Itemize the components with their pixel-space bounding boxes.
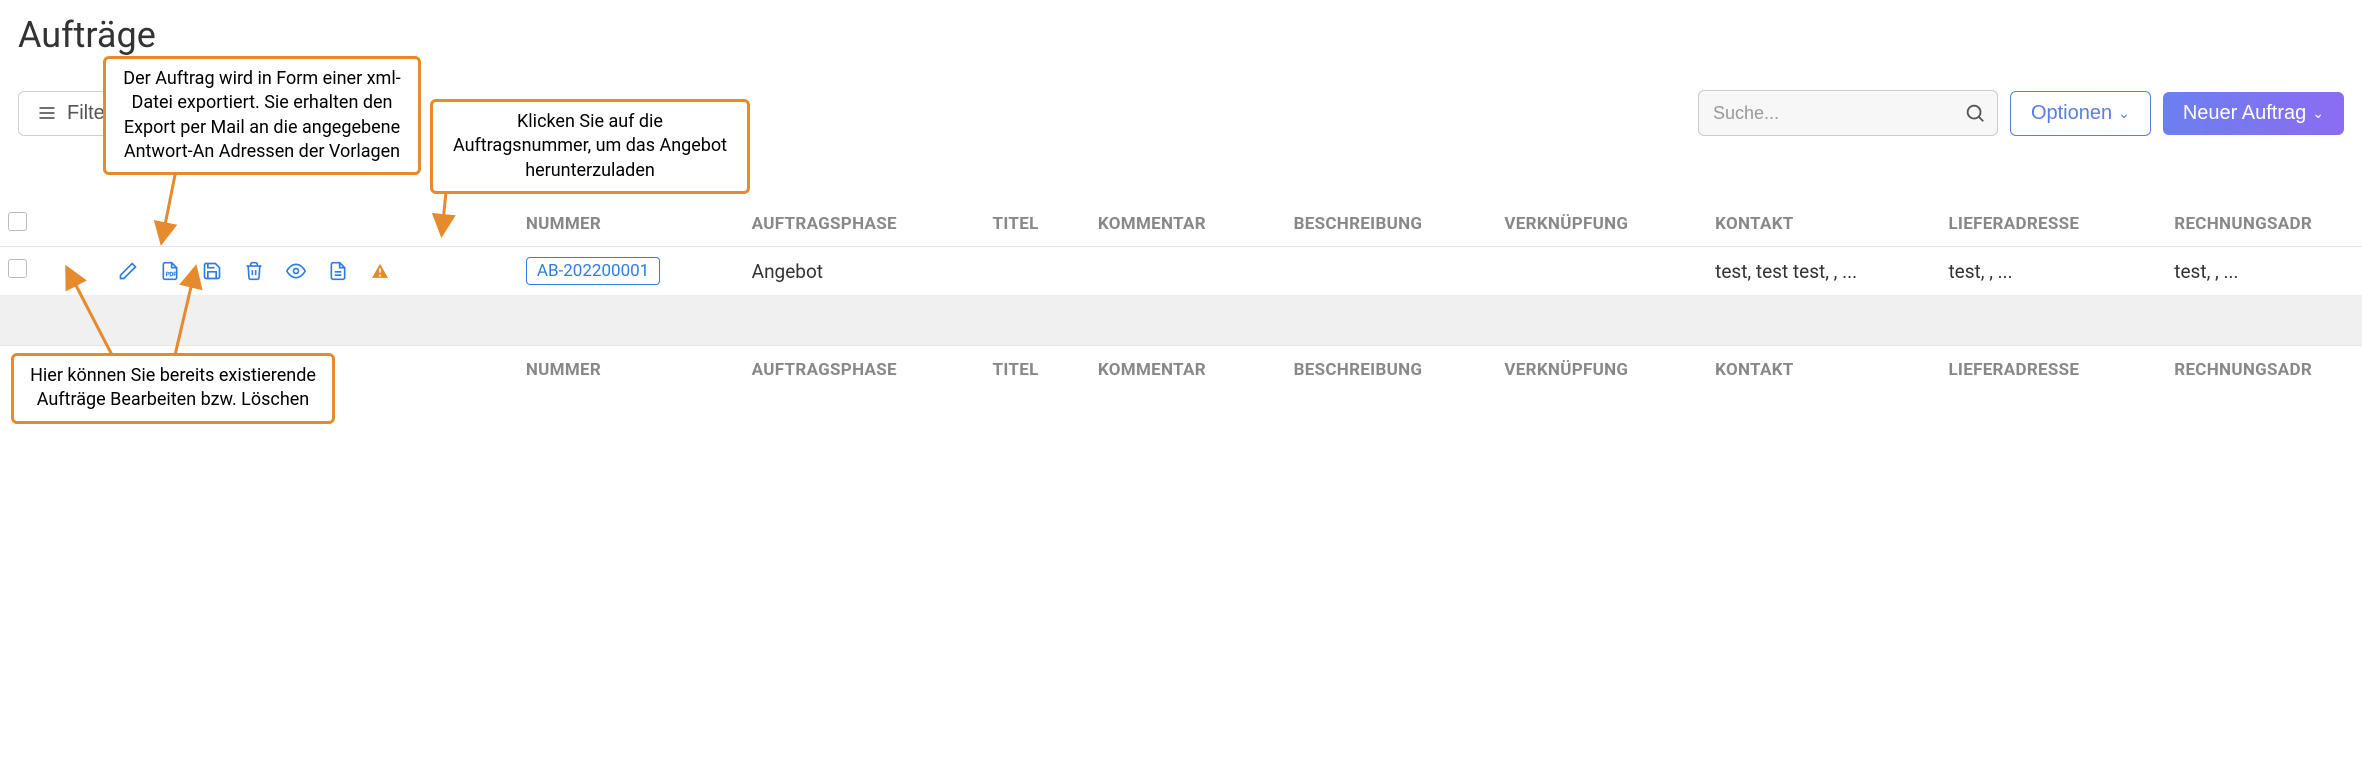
warning-icon[interactable] (370, 261, 390, 281)
arrow-edit-to-pencil (62, 262, 132, 355)
cell-titel (985, 247, 1090, 296)
page-title: Aufträge (0, 0, 2362, 64)
order-number-link[interactable]: AB-202200001 (526, 257, 660, 285)
arrow-edit-to-trash (170, 262, 210, 355)
foot-phase: AUFTRAGSPHASE (744, 346, 985, 391)
cell-verknuepfung (1496, 247, 1707, 296)
row-actions: PDF (74, 261, 510, 281)
document-icon[interactable] (328, 261, 348, 281)
col-kontakt[interactable]: KONTAKT (1707, 202, 1940, 247)
cell-rechnungsadresse: test, , ... (2166, 247, 2362, 296)
foot-nummer: NUMMER (518, 346, 744, 391)
col-verknuepfung[interactable]: VERKNÜPFUNG (1496, 202, 1707, 247)
eye-icon[interactable] (286, 261, 306, 281)
header-row: NUMMER AUFTRAGSPHASE TITEL KOMMENTAR BES… (0, 202, 2362, 247)
cell-kommentar (1090, 247, 1286, 296)
foot-verknuepfung: VERKNÜPFUNG (1496, 346, 1707, 391)
cell-kontakt: test, test test, , ... (1707, 247, 1940, 296)
new-order-label: Neuer Auftrag (2183, 102, 2306, 125)
row-checkbox[interactable] (8, 259, 27, 278)
col-lieferadresse[interactable]: LIEFERADRESSE (1940, 202, 2166, 247)
search-input[interactable] (1698, 90, 1998, 136)
col-beschreibung[interactable]: BESCHREIBUNG (1286, 202, 1497, 247)
annotation-edit: Hier können Sie bereits existierende Auf… (11, 353, 335, 424)
new-order-button[interactable]: Neuer Auftrag ⌄ (2163, 92, 2344, 135)
foot-titel: TITEL (985, 346, 1090, 391)
col-kommentar[interactable]: KOMMENTAR (1090, 202, 1286, 247)
options-label: Optionen (2031, 102, 2112, 125)
col-titel[interactable]: TITEL (985, 202, 1090, 247)
foot-beschreibung: BESCHREIBUNG (1286, 346, 1497, 391)
chevron-down-icon: ⌄ (2118, 105, 2130, 122)
search-icon (1964, 102, 1986, 124)
cell-beschreibung (1286, 247, 1497, 296)
chevron-down-icon: ⌄ (2312, 105, 2324, 122)
orders-table: NUMMER AUFTRAGSPHASE TITEL KOMMENTAR BES… (0, 202, 2362, 390)
foot-rechnungsadresse: RECHNUNGSADR (2166, 346, 2362, 391)
search-box (1698, 90, 1998, 136)
trash-icon[interactable] (244, 261, 264, 281)
table-row: PDF AB-202200001 Angebot test, test test… (0, 247, 2362, 296)
cell-phase: Angebot (744, 247, 985, 296)
foot-kontakt: KONTAKT (1707, 346, 1940, 391)
options-button[interactable]: Optionen ⌄ (2010, 91, 2151, 136)
foot-lieferadresse: LIEFERADRESSE (1940, 346, 2166, 391)
col-rechnungsadresse[interactable]: RECHNUNGSADR (2166, 202, 2362, 247)
col-phase[interactable]: AUFTRAGSPHASE (744, 202, 985, 247)
select-all-checkbox[interactable] (8, 212, 27, 231)
annotation-number: Klicken Sie auf die Auftragsnummer, um d… (430, 99, 750, 194)
annotation-export: Der Auftrag wird in Form einer xml-Datei… (103, 56, 421, 175)
foot-kommentar: KOMMENTAR (1090, 346, 1286, 391)
empty-row (0, 296, 2362, 346)
cell-lieferadresse: test, , ... (1940, 247, 2166, 296)
hamburger-icon (37, 103, 57, 123)
col-nummer[interactable]: NUMMER (518, 202, 744, 247)
footer-row: NUMMER AUFTRAGSPHASE TITEL KOMMENTAR BES… (0, 346, 2362, 391)
